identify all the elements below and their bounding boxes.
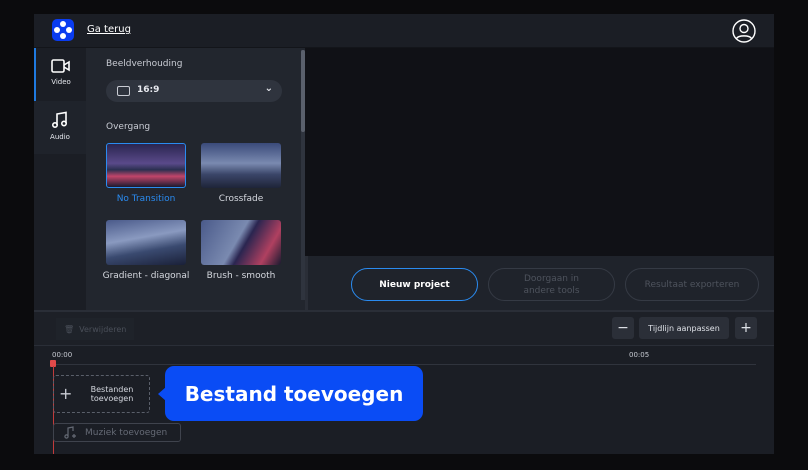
transition-thumb-gradient[interactable] — [106, 220, 186, 265]
nav-video[interactable]: Video — [34, 48, 86, 101]
back-link[interactable]: Ga terug — [87, 24, 131, 35]
settings-panel: Beeldverhouding 16:9 ⌄ Overgang No Transi… — [86, 48, 305, 310]
add-music-label: Muziek toevoegen — [85, 427, 168, 438]
app-window: Ga terug Video Audio Beeldverhouding 16:… — [34, 14, 774, 454]
delete-button[interactable]: 🗑 Verwijderen — [56, 318, 135, 340]
export-button[interactable]: Resultaat exporteren — [625, 268, 759, 301]
aspect-label: Beeldverhouding — [106, 59, 183, 69]
tooltip: Bestand toevoegen — [158, 366, 423, 421]
transition-thumb-none[interactable] — [106, 143, 186, 188]
trash-icon: 🗑 — [64, 324, 75, 334]
zoom-out-button[interactable]: − — [612, 317, 634, 339]
nav-video-label: Video — [51, 78, 71, 86]
plus-icon: + — [59, 384, 73, 403]
header: Ga terug — [34, 14, 774, 48]
user-circle-icon[interactable] — [732, 19, 756, 43]
fit-timeline-button[interactable]: Tijdlijn aanpassen — [639, 317, 729, 339]
aspect-ratio-select[interactable]: 16:9 ⌄ — [106, 80, 282, 102]
transition-label: Overgang — [106, 122, 151, 132]
transition-thumb-brush[interactable] — [201, 220, 281, 265]
zoom-in-button[interactable]: + — [735, 317, 757, 339]
delete-label: Verwijderen — [79, 324, 127, 334]
tick-5: 00:05 — [629, 351, 650, 359]
video-preview — [305, 48, 774, 256]
video-camera-icon — [51, 59, 70, 73]
aspect-value: 16:9 — [137, 85, 160, 95]
tick-0: 00:00 — [52, 351, 73, 359]
timeline-toolbar: 🗑 Verwijderen − Tijdlijn aanpassen + — [34, 310, 774, 346]
nav-audio[interactable]: Audio — [34, 101, 86, 154]
transition-label-none: No Transition — [116, 194, 176, 204]
action-bar: Nieuw project Doorgaan in andere tools R… — [305, 256, 774, 310]
continue-tools-button[interactable]: Doorgaan in andere tools — [488, 268, 615, 301]
side-nav: Video Audio — [34, 48, 86, 310]
add-files-label: Bestanden toevoegen — [90, 385, 134, 403]
music-note-icon — [51, 111, 68, 129]
new-project-button[interactable]: Nieuw project — [351, 268, 478, 301]
timeline-ruler — [52, 364, 756, 365]
add-music-button[interactable]: Muziek toevoegen — [53, 423, 181, 442]
music-add-icon — [64, 426, 76, 439]
transition-label-gradient: Gradient - diagonal — [102, 271, 190, 281]
aspect-rect-icon — [117, 86, 130, 96]
transition-thumb-crossfade[interactable] — [201, 143, 281, 188]
transition-label-brush: Brush - smooth — [206, 271, 276, 281]
nav-audio-label: Audio — [50, 133, 70, 141]
add-files-button[interactable]: + Bestanden toevoegen — [53, 375, 150, 413]
app-logo — [52, 19, 74, 41]
chevron-down-icon: ⌄ — [264, 83, 273, 94]
timeline: 00:00 00:05 + Bestanden toevoegen Bestand… — [34, 346, 774, 454]
transition-label-crossfade: Crossfade — [218, 194, 264, 204]
